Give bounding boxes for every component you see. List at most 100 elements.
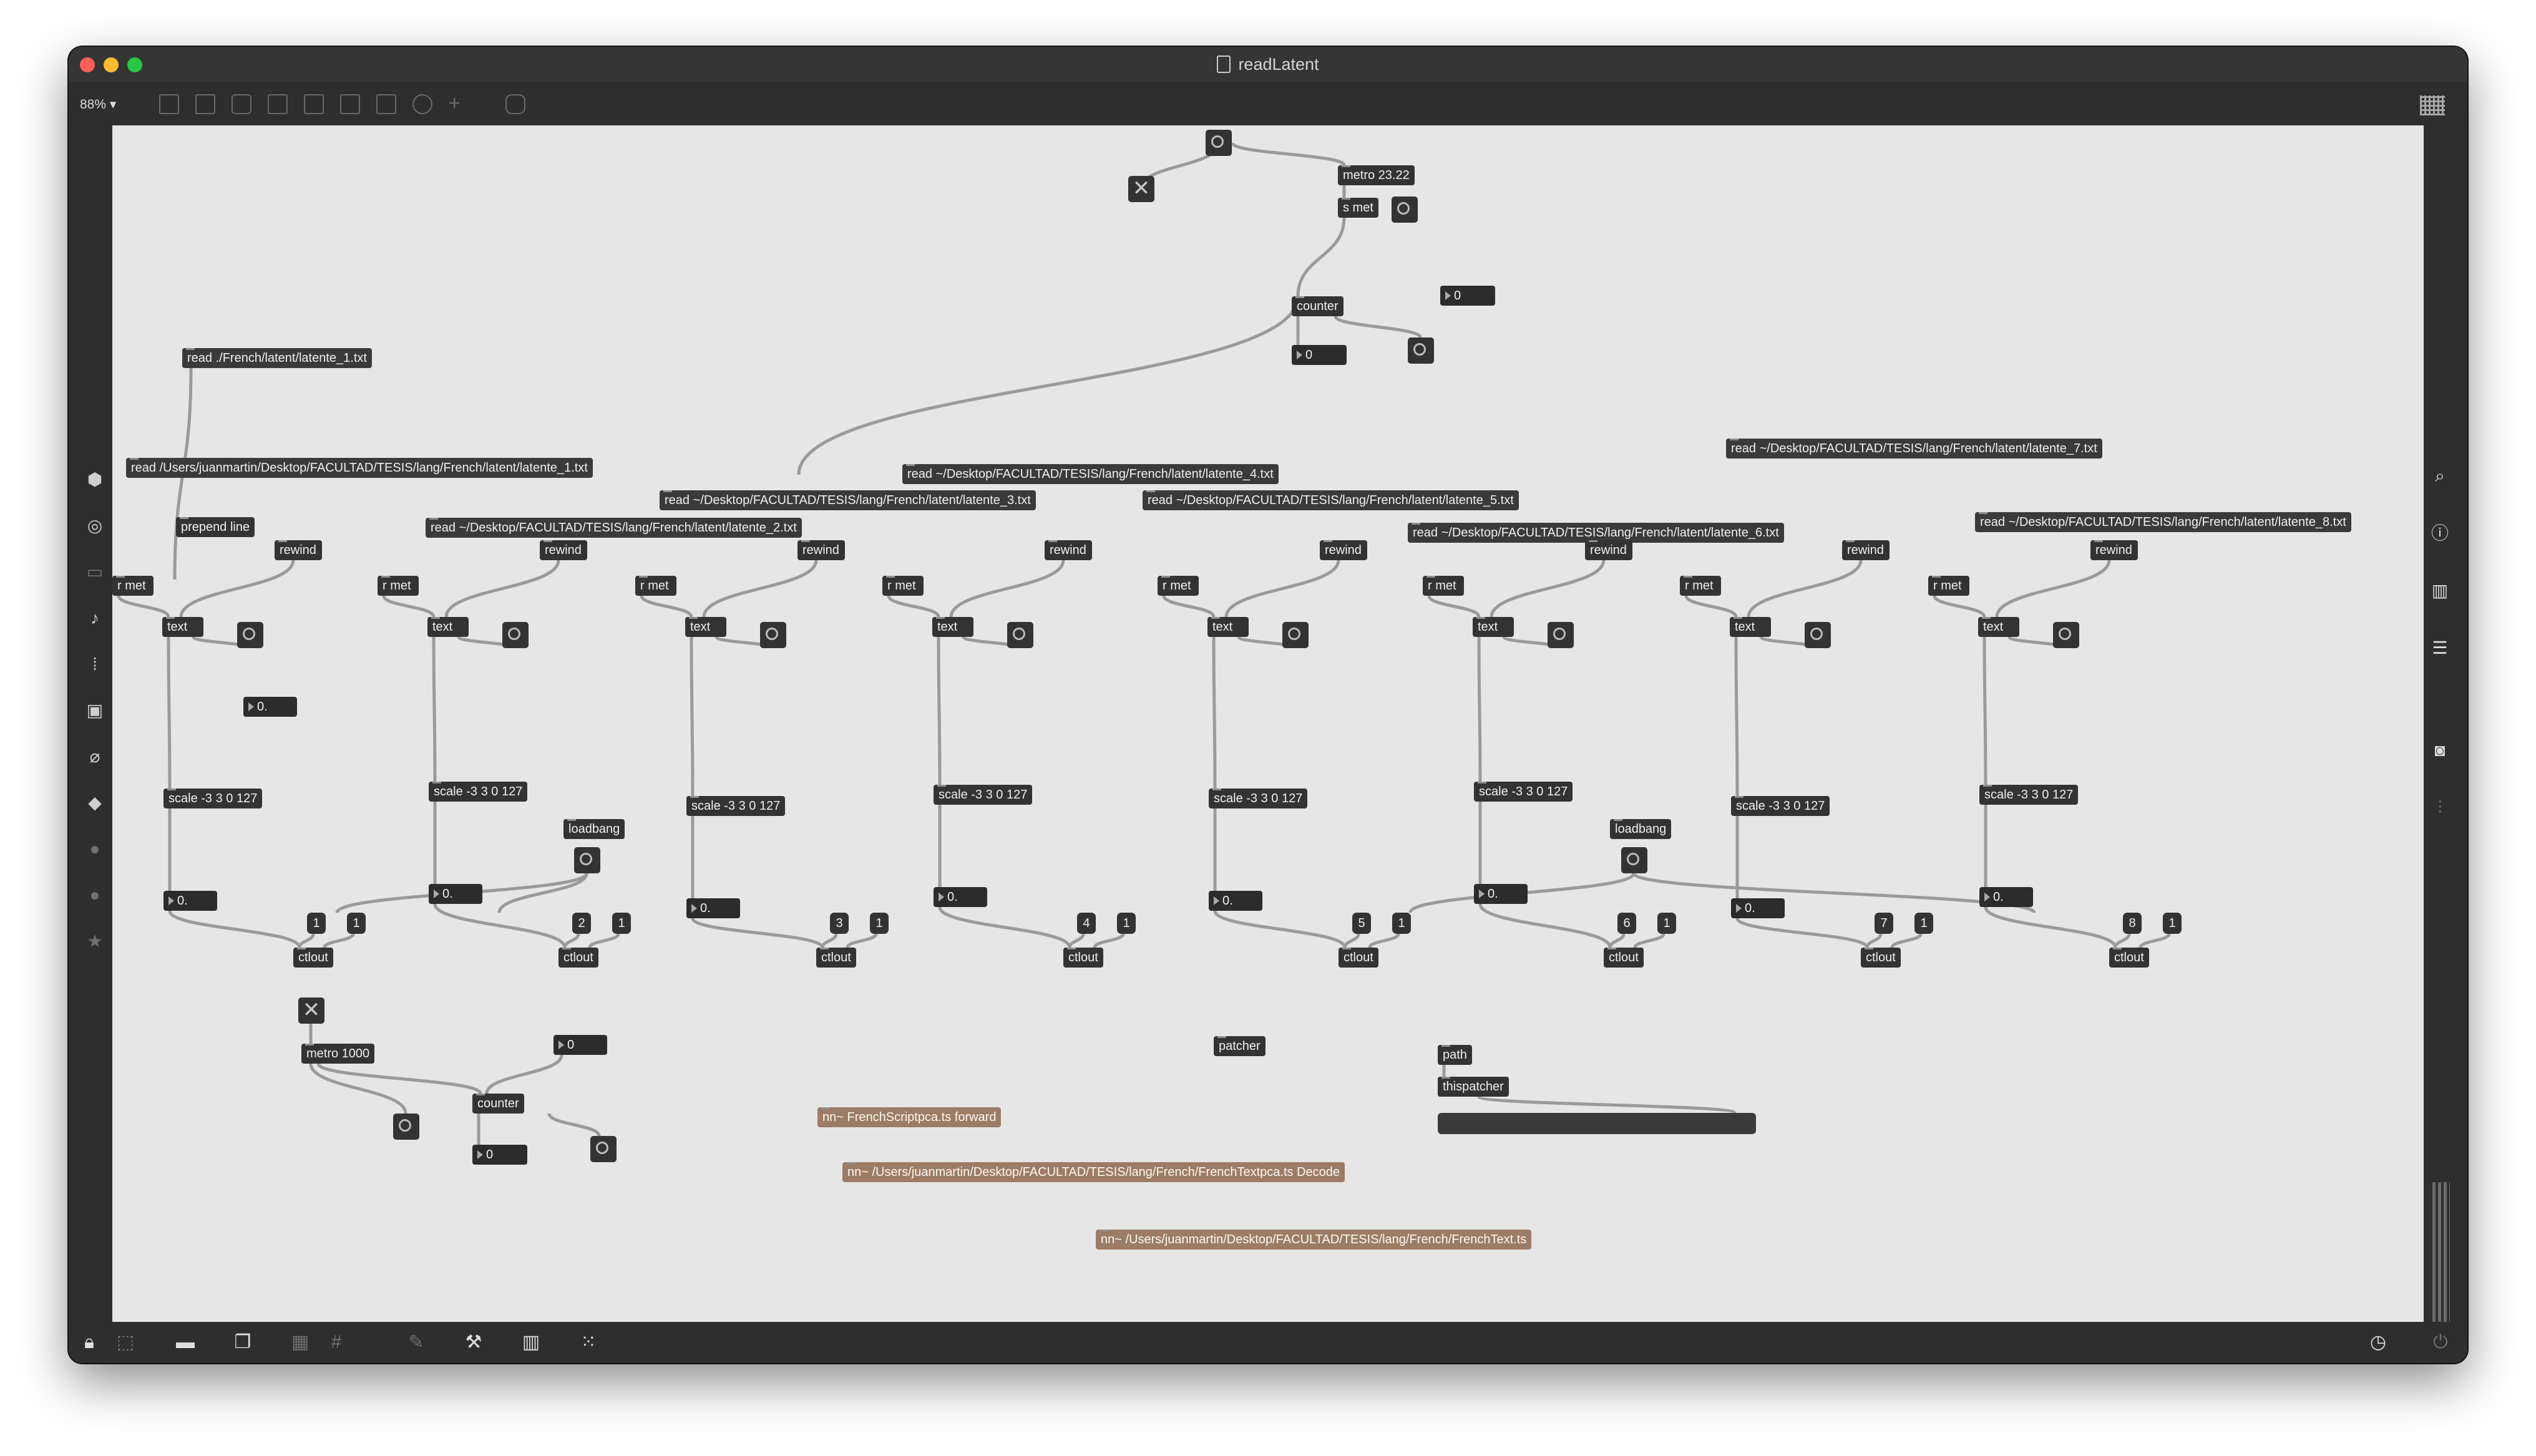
bang-counter-2[interactable]: [590, 1136, 617, 1162]
text-object-2[interactable]: text: [427, 617, 469, 637]
number-prepend-out[interactable]: 0.: [243, 697, 297, 717]
sliders-icon[interactable]: ⫶: [2430, 798, 2450, 818]
channel-one-6[interactable]: 1: [1657, 913, 1676, 934]
channel-one-2[interactable]: 1: [612, 913, 631, 934]
patch-cord[interactable]: [1490, 560, 1606, 618]
loadbang-1[interactable]: loadbang: [563, 819, 625, 839]
scale-object-1[interactable]: scale -3 3 0 127: [163, 789, 263, 808]
patch-cord[interactable]: [846, 933, 878, 949]
patch-cord[interactable]: [1933, 595, 1986, 618]
text-object-4[interactable]: text: [932, 617, 973, 637]
number-counter-2[interactable]: 0: [472, 1145, 527, 1165]
message-box-icon[interactable]: [195, 94, 215, 114]
nn-decode[interactable]: nn~ /Users/juanmartin/Desktop/FACULTAD/T…: [842, 1162, 1345, 1182]
metro-main[interactable]: metro 23.22: [1338, 165, 1415, 185]
patch-cord[interactable]: [444, 560, 560, 618]
channel-one-1[interactable]: 1: [347, 913, 366, 934]
prepend-line[interactable]: prepend line: [176, 517, 255, 537]
controller-number-8[interactable]: 8: [2123, 913, 2142, 934]
scale-object-7[interactable]: scale -3 3 0 127: [1731, 796, 1830, 816]
number-top[interactable]: 0: [1440, 286, 1495, 306]
number-value-1[interactable]: 0.: [163, 891, 217, 911]
comment-box-icon[interactable]: [232, 94, 251, 114]
text-object-1[interactable]: text: [162, 617, 203, 637]
patch-cord[interactable]: [588, 933, 620, 949]
number-object-icon[interactable]: [340, 94, 360, 114]
read-message-1b[interactable]: read /Users/juanmartin/Desktop/FACULTAD/…: [126, 458, 593, 478]
patch-cord[interactable]: [937, 636, 942, 785]
rewind-message-5[interactable]: rewind: [1320, 540, 1367, 560]
controller-number-7[interactable]: 7: [1875, 913, 1893, 934]
patch-cord[interactable]: [1427, 595, 1481, 618]
text-object-5[interactable]: text: [1207, 617, 1249, 637]
text-object-6[interactable]: text: [1473, 617, 1514, 637]
patch-cord[interactable]: [938, 906, 1071, 948]
controller-number-4[interactable]: 4: [1077, 913, 1096, 934]
bang-loadbang-2[interactable]: [1621, 847, 1647, 873]
ctlout-1[interactable]: ctlout: [293, 948, 333, 968]
new-object-icon[interactable]: [159, 94, 179, 114]
ctlout-6[interactable]: ctlout: [1604, 948, 1644, 968]
search-icon[interactable]: ⌕: [2430, 466, 2450, 486]
film-icon[interactable]: ▭: [85, 562, 105, 582]
dial-object-icon[interactable]: [412, 94, 432, 114]
patch-cord[interactable]: [1068, 933, 1085, 948]
patch-cord[interactable]: [323, 933, 355, 949]
patch-cord[interactable]: [563, 933, 580, 948]
receive-met-4[interactable]: r met: [882, 576, 924, 596]
patch-cord[interactable]: [1982, 636, 1987, 785]
bang-text-8[interactable]: [2053, 622, 2079, 648]
patch-cord[interactable]: [309, 1063, 407, 1114]
text-object-3[interactable]: text: [685, 617, 726, 637]
read-message-1[interactable]: read ./French/latent/latente_1.txt: [182, 348, 372, 368]
patch-cord[interactable]: [179, 560, 295, 618]
patch-cord[interactable]: [117, 595, 170, 618]
wrench-icon[interactable]: ⚒: [463, 1332, 484, 1353]
receive-met-5[interactable]: r met: [1158, 576, 1199, 596]
patch-cord[interactable]: [485, 1054, 563, 1094]
grid-off-icon[interactable]: ▦: [290, 1332, 311, 1353]
rewind-message-1[interactable]: rewind: [275, 540, 322, 560]
rewind-message-6[interactable]: rewind: [1585, 540, 1632, 560]
channel-one-5[interactable]: 1: [1392, 913, 1411, 934]
patch-cord[interactable]: [1684, 595, 1738, 618]
button-object-icon[interactable]: [304, 94, 324, 114]
camera-icon[interactable]: ◙: [2430, 740, 2450, 760]
columns-icon[interactable]: ▥: [2430, 581, 2450, 601]
comment-icon[interactable]: ▬: [175, 1332, 196, 1353]
bang-text-1[interactable]: [237, 622, 263, 648]
hash-icon[interactable]: #: [326, 1332, 347, 1353]
horizontal-slider[interactable]: [1438, 1113, 1756, 1134]
bang-loadbang-1[interactable]: [574, 847, 600, 873]
clock-icon[interactable]: ◷: [2368, 1332, 2389, 1353]
number-value-4[interactable]: 0.: [934, 887, 987, 907]
channel-one-3[interactable]: 1: [870, 913, 889, 934]
patch-cord[interactable]: [1633, 933, 1665, 949]
number-value-6[interactable]: 0.: [1474, 884, 1528, 904]
receive-met-2[interactable]: r met: [378, 576, 419, 596]
counter-2[interactable]: counter: [472, 1094, 524, 1114]
patch-cord[interactable]: [1608, 933, 1626, 948]
patch-cord[interactable]: [821, 933, 838, 948]
patch-cord[interactable]: [1093, 933, 1125, 949]
piano-icon[interactable]: ▥: [520, 1332, 542, 1353]
patch-cord[interactable]: [1734, 636, 1739, 797]
ctlout-5[interactable]: ctlout: [1339, 948, 1378, 968]
read-message-8[interactable]: read ~/Desktop/FACULTAD/TESIS/lang/Frenc…: [1975, 512, 2351, 532]
patch-cord[interactable]: [1995, 560, 2111, 618]
controller-number-6[interactable]: 6: [1617, 913, 1636, 934]
number-value-2[interactable]: 0.: [429, 884, 482, 904]
channel-one-7[interactable]: 1: [1914, 913, 1933, 934]
zoom-menu[interactable]: 88% ▾: [80, 97, 116, 112]
text-object-7[interactable]: text: [1730, 617, 1771, 637]
patch-cord[interactable]: [1162, 595, 1216, 618]
scale-object-5[interactable]: scale -3 3 0 127: [1209, 789, 1308, 808]
add-object-icon[interactable]: +: [449, 93, 466, 113]
number-value-7[interactable]: 0.: [1731, 898, 1785, 918]
bang-text-2[interactable]: [502, 622, 529, 648]
patch-cord[interactable]: [2114, 933, 2131, 948]
bang-text-5[interactable]: [1282, 622, 1309, 648]
scale-object-8[interactable]: scale -3 3 0 127: [1979, 785, 2079, 805]
pencil-icon[interactable]: ✎: [406, 1332, 427, 1353]
patch-cord[interactable]: [547, 1113, 601, 1137]
